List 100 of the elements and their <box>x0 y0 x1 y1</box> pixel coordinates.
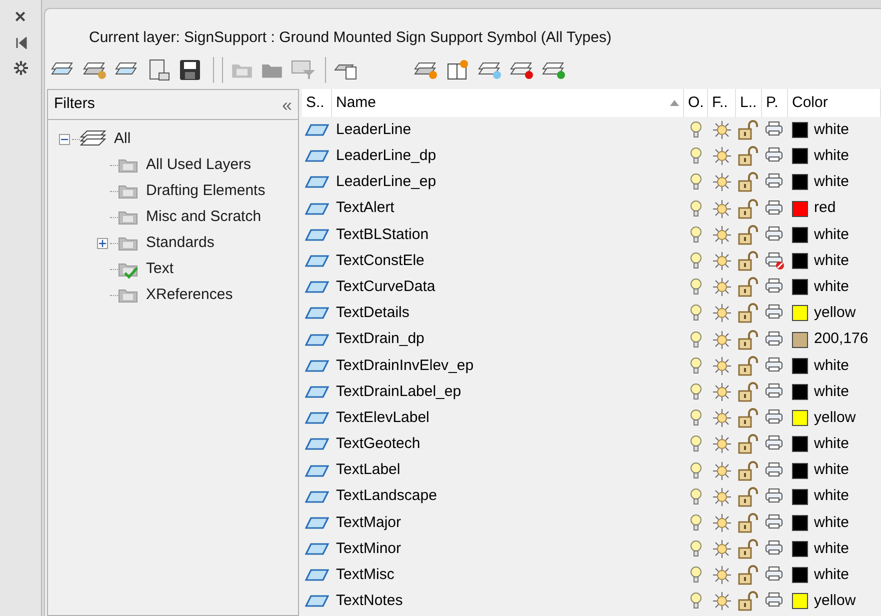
layer-icon <box>305 176 329 188</box>
filter-item[interactable]: All <box>114 128 131 150</box>
filters-title: Filters <box>54 94 95 114</box>
column-header[interactable]: P. <box>762 89 788 117</box>
color-name: 200,176 <box>814 329 868 350</box>
unlocked-padlock-icon <box>738 382 760 402</box>
sun-icon <box>712 120 732 140</box>
color-name: yellow <box>814 591 856 612</box>
layer-name: TextConstEle <box>335 250 426 271</box>
sun-icon <box>712 330 732 350</box>
unlocked-padlock-icon <box>738 565 760 586</box>
sun-icon <box>712 512 732 533</box>
lightbulb-icon <box>690 173 702 192</box>
layer-icon <box>305 360 329 372</box>
sun-icon <box>712 251 732 272</box>
filter-item[interactable]: Text <box>146 258 174 280</box>
sort-arrow-icon <box>670 100 679 106</box>
color-name: yellow <box>814 408 856 428</box>
layer-name: TextDrainLabel_ep <box>335 382 462 402</box>
filter-item[interactable]: All Used Layers <box>146 154 252 176</box>
filter-item[interactable]: Drafting Elements <box>146 180 266 202</box>
unlocked-padlock-icon <box>738 146 760 166</box>
sun-icon <box>712 172 732 192</box>
layer-icon <box>305 412 329 424</box>
document-star-button[interactable] <box>446 59 470 81</box>
layer-name: TextMinor <box>335 538 402 559</box>
sun-icon <box>712 486 732 507</box>
sun-icon <box>712 434 732 454</box>
lightbulb-icon <box>690 592 702 610</box>
lightbulb-icon <box>690 356 702 375</box>
unlocked-padlock-icon <box>738 512 760 533</box>
sun-icon <box>712 460 732 481</box>
pin-icon[interactable] <box>14 37 26 49</box>
layer-icon <box>305 124 329 136</box>
unlocked-padlock-icon <box>738 277 760 298</box>
column-header[interactable]: S.. <box>302 89 332 117</box>
unlocked-padlock-icon <box>738 303 760 324</box>
sun-icon <box>712 591 732 612</box>
column-header[interactable]: F.. <box>708 89 736 117</box>
lightbulb-icon <box>690 304 702 322</box>
color-name: white <box>814 172 850 192</box>
column-header[interactable]: L.. <box>736 89 762 117</box>
sun-icon <box>712 408 732 428</box>
color-name: white <box>814 565 850 586</box>
layer-name: TextNotes <box>335 591 404 612</box>
no-print-icon <box>765 252 785 270</box>
lightbulb-icon <box>690 566 702 584</box>
sun-icon <box>712 277 732 298</box>
document-button[interactable] <box>147 58 171 82</box>
layer-name: TextGeotech <box>335 434 422 454</box>
column-header[interactable]: O. <box>684 89 708 117</box>
lightbulb-icon <box>690 330 702 349</box>
color-name: white <box>814 120 850 140</box>
gear-icon[interactable] <box>14 61 28 75</box>
layer-icon <box>305 202 329 215</box>
layer-name: TextElevLabel <box>335 408 430 428</box>
color-name: white <box>814 512 850 533</box>
color-name: white <box>814 250 850 271</box>
color-name: white <box>814 486 850 506</box>
filter-item[interactable]: Misc and Scratch <box>146 206 262 228</box>
layer-icon <box>305 255 329 268</box>
unlocked-padlock-icon <box>738 198 760 219</box>
lightbulb-icon <box>690 540 702 558</box>
collapse-button[interactable]: « <box>282 96 292 114</box>
layer-icon <box>305 464 329 477</box>
unlocked-padlock-icon <box>738 486 760 507</box>
unlocked-padlock-icon <box>738 460 760 481</box>
layer-name: LeaderLine_dp <box>335 146 438 166</box>
close-button[interactable]: ✕ <box>14 10 27 25</box>
layer-name: TextAlert <box>335 198 396 218</box>
layer-name: TextBLStation <box>335 224 430 245</box>
lightbulb-icon <box>690 514 702 532</box>
sun-icon <box>712 356 732 376</box>
layer-name: TextDetails <box>335 303 410 324</box>
filter-item[interactable]: Standards <box>146 232 214 254</box>
check-icon <box>124 267 138 279</box>
lightbulb-icon <box>690 226 702 244</box>
color-name: white <box>814 460 850 480</box>
lightbulb-icon <box>690 121 702 140</box>
layer-name: LeaderLine <box>335 120 412 140</box>
sun-icon <box>712 224 732 245</box>
save-icon[interactable] <box>179 59 201 81</box>
unlocked-padlock-icon <box>738 224 760 245</box>
layer-icon <box>305 307 329 320</box>
collapse-toggle-icon[interactable] <box>58 134 70 144</box>
lightbulb-icon <box>690 382 702 401</box>
color-name: white <box>814 382 850 402</box>
layer-icon <box>305 386 329 398</box>
layer-icon <box>305 595 329 608</box>
sun-icon <box>712 539 732 560</box>
unlocked-padlock-icon <box>738 120 760 140</box>
column-header[interactable]: Name <box>332 89 684 117</box>
color-name: white <box>814 356 850 376</box>
layer-icon <box>305 150 329 162</box>
filter-item[interactable]: XReferences <box>146 284 233 306</box>
layer-icon <box>305 281 329 294</box>
column-header[interactable]: Color <box>788 89 881 117</box>
expand-toggle-icon[interactable] <box>96 238 108 248</box>
color-name: white <box>814 538 850 559</box>
sun-icon <box>712 382 732 402</box>
